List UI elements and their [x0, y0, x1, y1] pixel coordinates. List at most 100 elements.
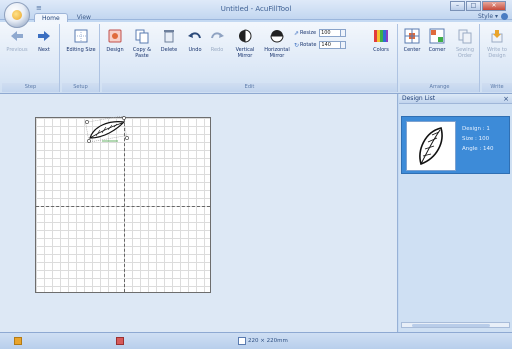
- design-list-item[interactable]: Design : 1 Size : 100 Angle : 140: [401, 116, 510, 174]
- write-icon: [491, 30, 503, 43]
- window-controls: – □ ✕: [449, 1, 506, 11]
- resize-spinner[interactable]: [341, 29, 347, 37]
- next-button[interactable]: Next: [32, 28, 56, 53]
- undo-icon: [188, 32, 201, 39]
- selection-handle[interactable]: [122, 116, 126, 120]
- corner-button[interactable]: Corner: [425, 28, 449, 53]
- ribbon: Previous Next Step Editing Size Setup De…: [0, 22, 512, 94]
- copy-icon: [135, 29, 149, 44]
- group-edit: Design Copy & Paste Delete Undo Redo Ver…: [102, 24, 398, 92]
- horizontal-mirror-icon: [270, 30, 284, 43]
- style-menu[interactable]: Style ▾: [478, 13, 498, 20]
- previous-button[interactable]: Previous: [5, 28, 29, 53]
- panel-title: Design List: [402, 95, 436, 102]
- colors-icon: [374, 30, 388, 42]
- redo-label: Redo: [210, 47, 224, 53]
- design-angle: Angle : 140: [462, 146, 494, 152]
- panel-scrollbar[interactable]: [401, 322, 510, 328]
- hoop-canvas[interactable]: [35, 116, 211, 293]
- resize-control: ⇗ Resize 100: [294, 28, 347, 38]
- group-edit-label: Edit: [102, 83, 397, 92]
- hoop-size-readout: 220 × 220mm: [248, 338, 288, 344]
- vertical-mirror-icon: [239, 29, 252, 43]
- corner-label: Corner: [428, 47, 446, 53]
- group-step-label: Step: [2, 83, 59, 92]
- scrollbar-thumb[interactable]: [412, 324, 490, 327]
- horizontal-mirror-label: Horizontal Mirror: [264, 47, 290, 59]
- selection-handle[interactable]: [87, 139, 91, 143]
- group-arrange: Center Corner Sewing Order Arrange: [400, 24, 480, 92]
- center-button[interactable]: Center: [400, 28, 424, 53]
- horizontal-mirror-button[interactable]: Horizontal Mirror: [261, 28, 293, 59]
- sewing-order-icon: [458, 29, 472, 44]
- delete-label: Delete: [160, 47, 178, 53]
- design-size: Size : 100: [462, 136, 490, 142]
- colors-label: Colors: [373, 47, 389, 53]
- panel-close-button[interactable]: ×: [503, 94, 509, 104]
- design-list-panel: Design List × Design : 1 Size : 100 Angl…: [399, 94, 512, 332]
- selection-handle[interactable]: [125, 136, 129, 140]
- group-write-label: Write: [482, 83, 512, 92]
- editing-size-button[interactable]: Editing Size: [66, 28, 96, 53]
- resize-icon: ⇗: [294, 29, 300, 37]
- resize-input[interactable]: 100: [319, 29, 342, 37]
- corner-icon: [429, 28, 445, 44]
- minimize-button[interactable]: –: [450, 1, 465, 11]
- sewing-order-label: Sewing Order: [455, 47, 475, 59]
- feather-thumbnail-icon: [419, 127, 443, 166]
- feather-design[interactable]: [84, 116, 130, 144]
- window-title: Untitled - AcuFillTool: [220, 5, 292, 13]
- app-logo-icon: [12, 10, 22, 20]
- design-info: Design : 1 Size : 100 Angle : 140: [462, 124, 494, 154]
- close-button[interactable]: ✕: [482, 1, 506, 11]
- copy-paste-button[interactable]: Copy & Paste: [128, 28, 156, 59]
- arrow-right-icon: [38, 31, 50, 41]
- previous-label: Previous: [6, 47, 28, 53]
- maximize-button[interactable]: □: [466, 1, 481, 11]
- group-step: Previous Next Step: [2, 24, 60, 92]
- design-number: Design : 1: [462, 126, 490, 132]
- next-label: Next: [38, 47, 50, 53]
- center-icon: [404, 28, 420, 44]
- rotate-label: Rotate: [300, 42, 317, 48]
- group-write: Write to Design Write: [482, 24, 512, 92]
- vertical-mirror-button[interactable]: Vertical Mirror: [230, 28, 260, 59]
- help-icon[interactable]: [501, 13, 508, 20]
- group-setup: Editing Size Setup: [62, 24, 100, 92]
- rotate-control: ↻ Rotate 140: [294, 40, 347, 50]
- design-button[interactable]: Design: [104, 28, 126, 53]
- rotate-icon: ↻: [294, 41, 300, 49]
- colors-button[interactable]: Colors: [368, 28, 394, 53]
- editing-size-label: Editing Size: [66, 47, 96, 53]
- sewing-order-button[interactable]: Sewing Order: [452, 28, 478, 59]
- rotate-spinner[interactable]: [341, 41, 347, 49]
- write-to-design-button[interactable]: Write to Design: [483, 28, 511, 59]
- center-label: Center: [403, 47, 421, 53]
- hoop-size-icon: [74, 29, 88, 43]
- workspace: [0, 94, 398, 332]
- design-label: Design: [106, 47, 124, 53]
- status-warning-icon: [14, 337, 22, 345]
- horizontal-center-line: [36, 206, 210, 207]
- copy-paste-label: Copy & Paste: [132, 47, 152, 59]
- status-color-icon: [116, 337, 124, 345]
- vertical-mirror-label: Vertical Mirror: [235, 47, 255, 59]
- redo-button[interactable]: Redo: [206, 28, 228, 53]
- delete-button[interactable]: Delete: [157, 28, 181, 53]
- group-setup-label: Setup: [62, 83, 99, 92]
- undo-button[interactable]: Undo: [184, 28, 206, 53]
- arrow-left-icon: [11, 31, 23, 41]
- hoop-icon: [238, 337, 246, 345]
- application-menu-button[interactable]: [4, 2, 30, 28]
- selection-handle[interactable]: [85, 120, 89, 124]
- rotate-input[interactable]: 140: [319, 41, 342, 49]
- delete-icon: [164, 30, 174, 43]
- group-arrange-label: Arrange: [400, 83, 479, 92]
- undo-label: Undo: [188, 47, 202, 53]
- design-icon: [108, 29, 122, 43]
- write-to-design-label: Write to Design: [487, 47, 507, 59]
- resize-label: Resize: [300, 30, 317, 36]
- status-bar: 220 × 220mm: [0, 332, 512, 349]
- vertical-center-line: [124, 118, 125, 292]
- panel-header: Design List ×: [399, 94, 512, 104]
